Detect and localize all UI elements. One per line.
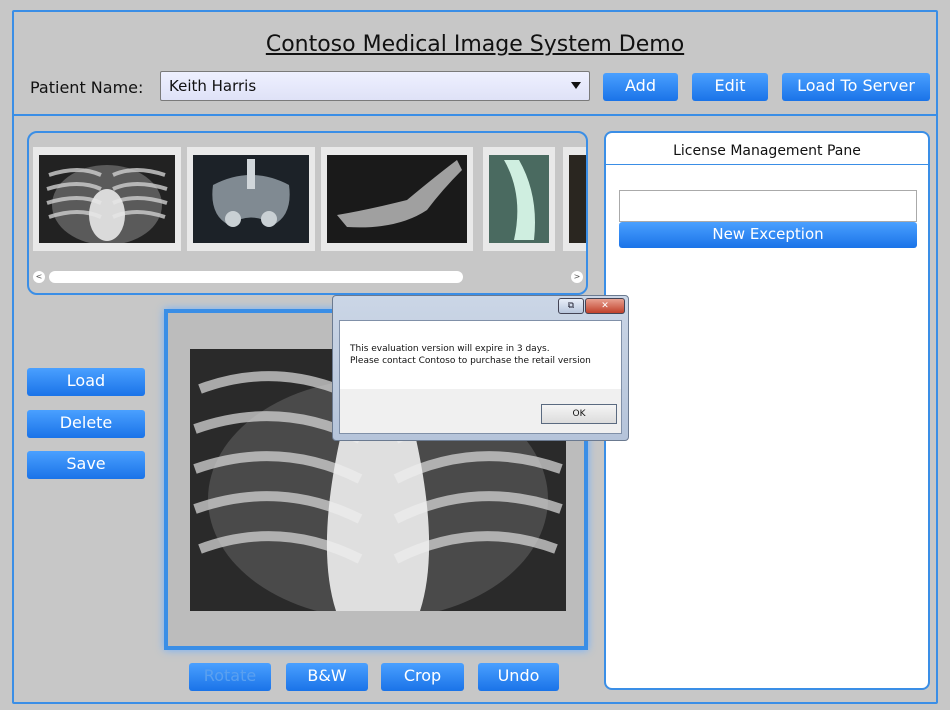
partial-xray-image (569, 155, 586, 243)
load-button[interactable]: Load (27, 368, 145, 396)
add-button[interactable]: Add (603, 73, 678, 101)
thumbnail-foot-xray[interactable] (321, 147, 473, 251)
load-to-server-button[interactable]: Load To Server (782, 73, 930, 101)
dialog-body: This evaluation version will expire in 3… (339, 320, 622, 434)
dialog-message-line-2: Please contact Contoso to purchase the r… (350, 356, 591, 366)
bw-button[interactable]: B&W (286, 663, 368, 691)
foot-xray-image (327, 155, 467, 243)
ok-button[interactable]: OK (541, 404, 617, 424)
close-icon[interactable]: ✕ (585, 298, 625, 314)
license-management-pane: License Management Pane New Exception (604, 131, 930, 690)
thumbnail-chest-xray[interactable] (33, 147, 181, 251)
save-button[interactable]: Save (27, 451, 145, 479)
patient-name-label: Patient Name: (30, 78, 144, 97)
chest-xray-image (39, 155, 175, 245)
dialog-message-line-1: This evaluation version will expire in 3… (350, 344, 550, 354)
thumbnail-scrollbar[interactable]: < > (33, 271, 583, 283)
delete-button[interactable]: Delete (27, 410, 145, 438)
neck-xray-image (489, 155, 549, 243)
dialog-message: This evaluation version will expire in 3… (350, 343, 591, 367)
patient-name-dropdown[interactable]: Keith Harris (160, 71, 590, 101)
header-divider (14, 114, 936, 116)
scroll-left-icon[interactable]: < (33, 271, 45, 283)
rotate-button[interactable]: Rotate (189, 663, 271, 691)
scroll-right-icon[interactable]: > (571, 271, 583, 283)
thumbnail-neck-xray[interactable] (483, 147, 555, 251)
thumbnail-pelvis-xray[interactable] (187, 147, 315, 251)
evaluation-dialog: ⧉ ✕ This evaluation version will expire … (332, 295, 629, 441)
new-exception-button[interactable]: New Exception (619, 222, 917, 248)
crop-button[interactable]: Crop (381, 663, 464, 691)
page-title: Contoso Medical Image System Demo (265, 32, 685, 57)
undo-button[interactable]: Undo (478, 663, 559, 691)
license-pane-title: License Management Pane (673, 143, 861, 159)
license-input[interactable] (619, 190, 917, 222)
thumbnail-partial[interactable] (563, 147, 586, 251)
patient-name-value: Keith Harris (169, 77, 257, 95)
license-pane-divider (606, 164, 928, 165)
edit-button[interactable]: Edit (692, 73, 768, 101)
thumbnail-strip[interactable]: < > (27, 131, 588, 295)
scrollbar-thumb[interactable] (49, 271, 463, 283)
pelvis-xray-image (193, 155, 309, 243)
chevron-down-icon[interactable] (571, 82, 581, 89)
restore-icon[interactable]: ⧉ (558, 298, 584, 314)
